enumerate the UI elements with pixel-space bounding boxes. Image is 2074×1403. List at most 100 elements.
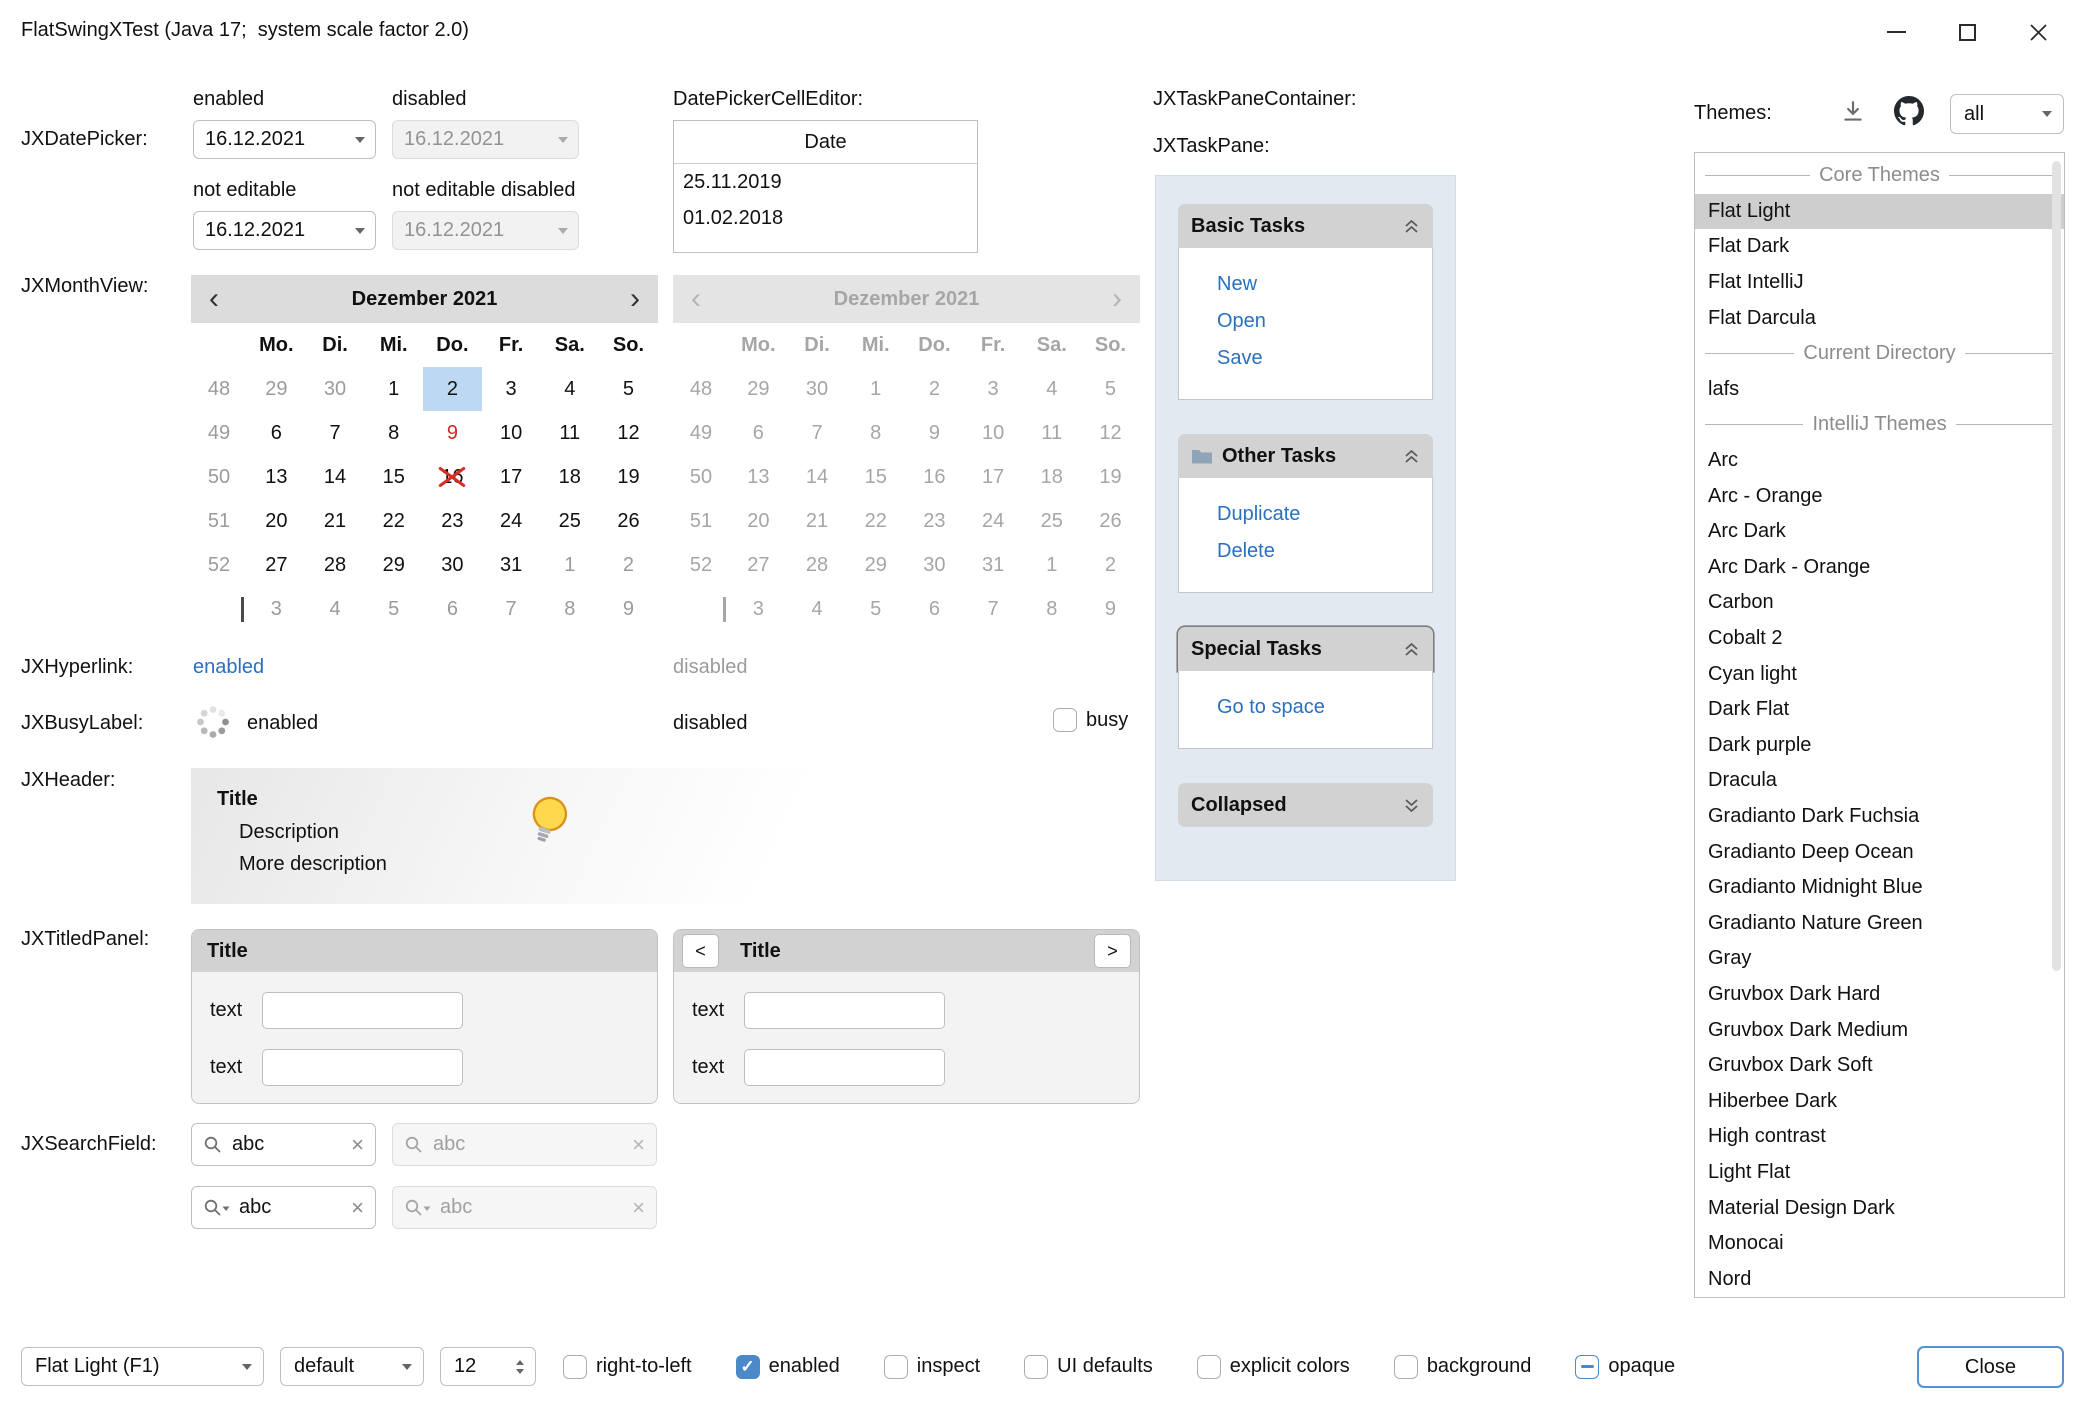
scrollbar-thumb[interactable] xyxy=(2052,161,2061,971)
calendar-date[interactable]: 3 xyxy=(247,587,306,631)
calendar-date[interactable]: 1 xyxy=(364,367,423,411)
calendar-date[interactable]: 14 xyxy=(306,455,365,499)
calendar-date[interactable]: 15 xyxy=(364,455,423,499)
taskpane-link-delete[interactable]: Delete xyxy=(1217,533,1432,570)
calendar-date[interactable]: 16 xyxy=(423,455,482,499)
taskpane-link-go-to-space[interactable]: Go to space xyxy=(1217,689,1432,726)
taskpane-link-duplicate[interactable]: Duplicate xyxy=(1217,496,1432,533)
calendar-date[interactable]: 4 xyxy=(306,587,365,631)
taskpane-title-basic-tasks[interactable]: Basic Tasks xyxy=(1178,204,1433,248)
calendar-date[interactable]: 10 xyxy=(482,411,541,455)
theme-list-item-flat-darcula[interactable]: Flat Darcula xyxy=(1695,300,2064,336)
font-combobox[interactable]: default xyxy=(280,1347,424,1386)
theme-list-item-dracula[interactable]: Dracula xyxy=(1695,763,2064,799)
theme-list-item-flat-dark[interactable]: Flat Dark xyxy=(1695,229,2064,265)
table-row[interactable]: 01.02.2018 xyxy=(674,200,977,236)
calendar-date[interactable]: 29 xyxy=(364,543,423,587)
calendar-date[interactable]: 27 xyxy=(247,543,306,587)
calendar-date[interactable]: 6 xyxy=(423,587,482,631)
datepicker-dropdown-button[interactable] xyxy=(345,212,375,249)
taskpane-title-collapsed[interactable]: Collapsed xyxy=(1178,783,1433,827)
datepicker-enabled-field[interactable]: 16.12.2021 xyxy=(193,120,376,159)
table-row[interactable]: 25.11.2019 xyxy=(674,164,977,200)
themes-filter-combobox[interactable]: all xyxy=(1950,94,2064,134)
maximize-button[interactable] xyxy=(1932,0,2003,64)
calendar-date[interactable]: 31 xyxy=(482,543,541,587)
calendar-date[interactable]: 22 xyxy=(364,499,423,543)
calendar-date[interactable]: 2 xyxy=(599,543,658,587)
theme-list-item-cyan-light[interactable]: Cyan light xyxy=(1695,656,2064,692)
theme-list-item-nord[interactable]: Nord xyxy=(1695,1261,2064,1297)
calendar-date[interactable]: 3 xyxy=(482,367,541,411)
theme-list-item-arc-dark[interactable]: Arc Dark xyxy=(1695,514,2064,550)
calendar-date[interactable]: 26 xyxy=(599,499,658,543)
taskpane-title-special-tasks[interactable]: Special Tasks xyxy=(1178,627,1433,671)
theme-list-item-cobalt-2[interactable]: Cobalt 2 xyxy=(1695,621,2064,657)
theme-list-item-lafs[interactable]: lafs xyxy=(1695,372,2064,408)
calendar-date[interactable]: 17 xyxy=(482,455,541,499)
theme-list-item-flat-intellij[interactable]: Flat IntelliJ xyxy=(1695,265,2064,301)
calendar-date[interactable]: 25 xyxy=(540,499,599,543)
theme-list-item-gruvbox-dark-soft[interactable]: Gruvbox Dark Soft xyxy=(1695,1048,2064,1084)
enabled-checkbox[interactable] xyxy=(736,1355,760,1379)
font-size-spinner[interactable]: 12 xyxy=(440,1347,536,1386)
laf-combobox[interactable]: Flat Light (F1) xyxy=(21,1347,264,1386)
theme-list-item-high-contrast[interactable]: High contrast xyxy=(1695,1119,2064,1155)
calendar-date[interactable]: 1 xyxy=(540,543,599,587)
search-field[interactable]: abc× xyxy=(191,1186,376,1229)
calendar-date[interactable]: 18 xyxy=(540,455,599,499)
right-to-left-checkbox[interactable] xyxy=(563,1355,587,1379)
download-icon[interactable] xyxy=(1840,99,1866,125)
theme-list-item-gruvbox-dark-medium[interactable]: Gruvbox Dark Medium xyxy=(1695,1012,2064,1048)
hyperlink-enabled[interactable]: enabled xyxy=(193,656,264,679)
text-input[interactable] xyxy=(262,992,463,1029)
calendar-date[interactable]: 12 xyxy=(599,411,658,455)
calendar-date[interactable]: 11 xyxy=(540,411,599,455)
busy-checkbox[interactable] xyxy=(1053,708,1077,732)
text-input[interactable] xyxy=(262,1049,463,1086)
theme-list-item-gray[interactable]: Gray xyxy=(1695,941,2064,977)
close-window-button[interactable] xyxy=(2003,0,2074,64)
calendar-date[interactable]: 4 xyxy=(540,367,599,411)
clear-search-icon[interactable]: × xyxy=(351,1197,364,1219)
taskpane-link-save[interactable]: Save xyxy=(1217,340,1432,377)
calendar-date[interactable]: 7 xyxy=(482,587,541,631)
opaque-checkbox[interactable] xyxy=(1575,1355,1599,1379)
theme-list-item-dark-purple[interactable]: Dark purple xyxy=(1695,728,2064,764)
calendar-date[interactable]: 7 xyxy=(306,411,365,455)
next-month-button[interactable]: › xyxy=(626,285,644,313)
datepicker-dropdown-button[interactable] xyxy=(345,121,375,158)
close-button[interactable]: Close xyxy=(1917,1346,2064,1388)
search-field[interactable]: abc× xyxy=(191,1123,376,1166)
calendar-date[interactable]: 2 xyxy=(423,367,482,411)
calendar-date[interactable]: 30 xyxy=(306,367,365,411)
theme-list-item-flat-light[interactable]: Flat Light xyxy=(1695,194,2064,230)
minimize-button[interactable] xyxy=(1861,0,1932,64)
theme-list-item-gradianto-dark-fuchsia[interactable]: Gradianto Dark Fuchsia xyxy=(1695,799,2064,835)
calendar-date[interactable]: 29 xyxy=(247,367,306,411)
calendar-date[interactable]: 9 xyxy=(599,587,658,631)
calendar-date[interactable]: 5 xyxy=(599,367,658,411)
calendar-date[interactable]: 24 xyxy=(482,499,541,543)
table-column-header[interactable]: Date xyxy=(674,121,977,164)
taskpane-link-new[interactable]: New xyxy=(1217,266,1432,303)
titled-panel-prev-button[interactable]: < xyxy=(682,934,719,968)
calendar-date[interactable]: 21 xyxy=(306,499,365,543)
search-with-menu-icon[interactable] xyxy=(203,1198,230,1218)
github-icon[interactable] xyxy=(1894,96,1924,126)
spinner-up-icon[interactable] xyxy=(516,1360,524,1365)
calendar-date[interactable]: 28 xyxy=(306,543,365,587)
explicit-colors-checkbox[interactable] xyxy=(1197,1355,1221,1379)
prev-month-button[interactable]: ‹ xyxy=(205,285,223,313)
theme-list-item-gradianto-midnight-blue[interactable]: Gradianto Midnight Blue xyxy=(1695,870,2064,906)
ui-defaults-checkbox[interactable] xyxy=(1024,1355,1048,1379)
theme-list-item-gruvbox-dark-hard[interactable]: Gruvbox Dark Hard xyxy=(1695,977,2064,1013)
theme-list-item-arc-orange[interactable]: Arc - Orange xyxy=(1695,478,2064,514)
taskpane-title-other-tasks[interactable]: Other Tasks xyxy=(1178,434,1433,478)
theme-list-item-arc-dark-orange[interactable]: Arc Dark - Orange xyxy=(1695,550,2064,586)
calendar-date[interactable]: 5 xyxy=(364,587,423,631)
text-input[interactable] xyxy=(744,992,945,1029)
theme-list-item-light-flat[interactable]: Light Flat xyxy=(1695,1155,2064,1191)
spinner-down-icon[interactable] xyxy=(516,1369,524,1374)
calendar-date[interactable]: 9 xyxy=(423,411,482,455)
